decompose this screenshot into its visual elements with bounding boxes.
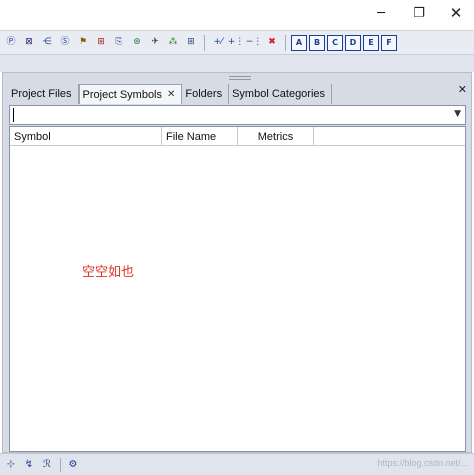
symbol-list[interactable]: Symbol File Name Metrics 空空如也	[9, 126, 466, 452]
text-caret	[13, 108, 14, 122]
project-icon[interactable]: Ⓟ	[3, 35, 19, 51]
chevron-down-icon[interactable]: ▼	[454, 109, 461, 119]
close-icon: ✕	[457, 83, 467, 96]
bottom-icon-group: ⊹ ↯ ℛ ⚙	[4, 457, 84, 472]
toolbar-band	[0, 54, 474, 72]
column-header-file-name[interactable]: File Name	[162, 127, 238, 146]
panel-tab-strip: Project Files Project Symbols ✕ Folders Symb…	[8, 84, 333, 104]
italic-r-icon[interactable]: ℛ	[40, 458, 54, 472]
add-minus-icon[interactable]: +⁄	[210, 35, 226, 51]
window-title-bar: ─ ❐ ✕	[0, 0, 474, 30]
bird-icon[interactable]: ✈	[147, 35, 163, 51]
box-b-icon[interactable]: B	[309, 34, 325, 51]
tab-project-files[interactable]: Project Files	[8, 84, 79, 104]
box-e-icon[interactable]: E	[363, 34, 379, 51]
tab-label: Project Files	[11, 88, 72, 100]
window-layout-icon[interactable]: ⊠	[21, 35, 37, 51]
box-d-icon[interactable]: D	[345, 34, 361, 51]
column-header-symbol[interactable]: Symbol	[10, 127, 162, 146]
box-c-icon[interactable]: C	[327, 34, 343, 51]
toolbar-group-boxes: ABCDEF	[291, 34, 399, 51]
gear-icon[interactable]: ⚙	[66, 458, 80, 472]
search-web-icon[interactable]: ⊛	[129, 35, 145, 51]
new-item-icon[interactable]: ↯	[22, 458, 36, 472]
symbol-add-icon[interactable]: ⊹	[4, 458, 18, 472]
symbol-filter-combo[interactable]: ▼	[9, 105, 466, 125]
empty-annotation: 空空如也	[82, 264, 135, 279]
tab-project-symbols[interactable]: Project Symbols ✕	[78, 84, 183, 104]
close-window-button[interactable]: ✕	[437, 0, 474, 26]
network-icon[interactable]: ⁂	[165, 35, 181, 51]
box-a-icon[interactable]: A	[291, 34, 307, 51]
box-f-icon[interactable]: F	[381, 34, 397, 51]
tree-icon[interactable]: ⋲	[39, 35, 55, 51]
panel-close-button[interactable]: ✕	[458, 83, 467, 96]
grid-icon[interactable]: ⊞	[183, 35, 199, 51]
bottom-separator	[60, 457, 61, 472]
project-panel: Project Files Project Symbols ✕ Folders Symb…	[2, 72, 472, 453]
panel-grip-handle[interactable]	[229, 76, 251, 80]
watermark-text: https://blog.csdn.net/...	[377, 458, 468, 468]
tab-close-icon[interactable]: ✕	[167, 89, 175, 100]
maximize-button[interactable]: ❐	[400, 0, 438, 26]
list-header: Symbol File Name Metrics	[10, 127, 465, 146]
toolbar-group-views: Ⓟ ⊠ ⋲ Ⓢ ⚑ ⊞ ⎘ ⊛ ✈ ⁂ ⊞	[3, 35, 201, 51]
tab-symbol-categories[interactable]: Symbol Categories	[229, 84, 333, 104]
delete-icon[interactable]: ✖	[264, 35, 280, 51]
column-header-metrics[interactable]: Metrics	[238, 127, 314, 146]
bottom-toolbar: ⊹ ↯ ℛ ⚙ https://blog.csdn.net/...	[0, 453, 474, 475]
relation-icon[interactable]: ⊞	[93, 35, 109, 51]
tab-label: Project Symbols	[82, 88, 163, 101]
toolbar-separator	[204, 34, 205, 51]
flowchart-icon[interactable]: ⚑	[75, 35, 91, 51]
toolbar-group-edit: +⁄ +⋮ −⋮ ✖	[210, 35, 282, 51]
document-icon[interactable]: ⎘	[111, 35, 127, 51]
symbol-list-icon[interactable]: Ⓢ	[57, 35, 73, 51]
restore-icon: ❐	[413, 5, 425, 21]
tab-folders[interactable]: Folders	[182, 84, 230, 104]
remove-list-icon[interactable]: −⋮	[246, 35, 263, 51]
minimize-icon: ─	[377, 5, 385, 21]
add-list-icon[interactable]: +⋮	[228, 35, 245, 51]
tab-label: Folders	[185, 88, 223, 100]
main-toolbar: Ⓟ ⊠ ⋲ Ⓢ ⚑ ⊞ ⎘ ⊛ ✈ ⁂ ⊞ +⁄ +⋮ −⋮ ✖ ABCDEF	[0, 30, 474, 54]
tab-label: Symbol Categories	[232, 88, 326, 100]
toolbar-separator	[285, 34, 286, 51]
close-icon: ✕	[449, 4, 463, 22]
minimize-button[interactable]: ─	[362, 0, 400, 26]
